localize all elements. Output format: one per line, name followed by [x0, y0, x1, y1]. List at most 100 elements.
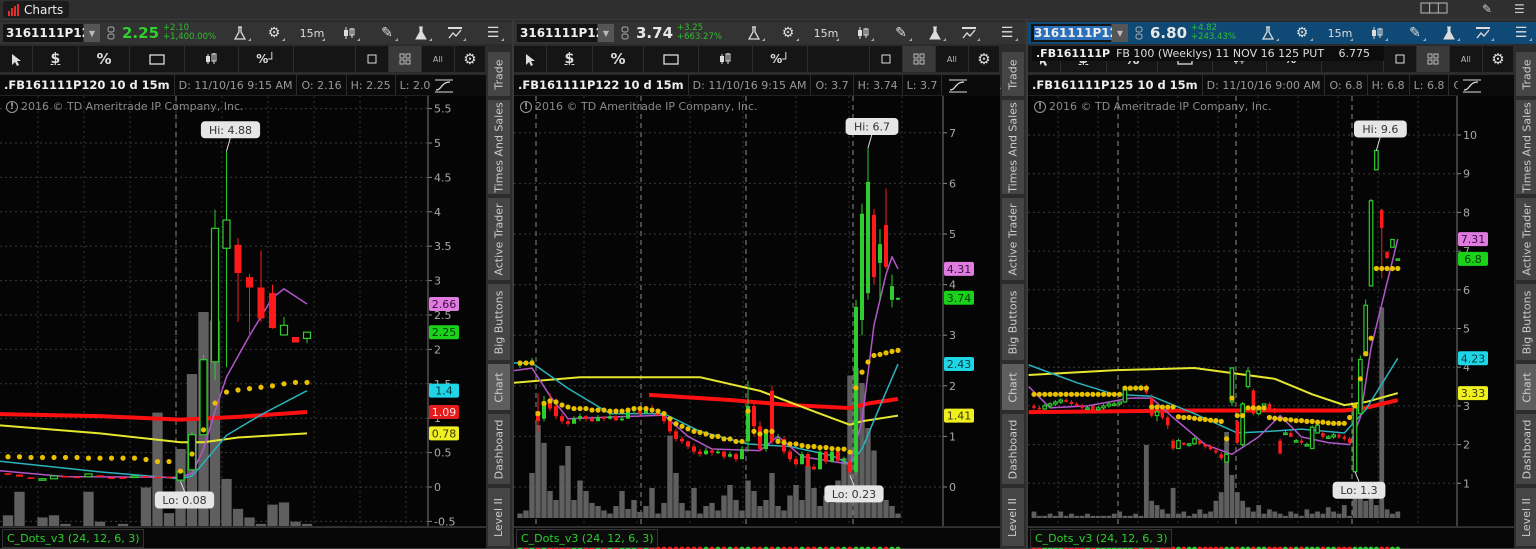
side-tab-times-and-sales[interactable]: Times And Sales	[1002, 100, 1024, 196]
grid-layout-button[interactable]	[1416, 46, 1450, 72]
side-tab-dashboard[interactable]: Dashboard	[1516, 414, 1536, 486]
symbol-input[interactable]: 3161111P120	[3, 24, 98, 42]
study-label[interactable]: C_Dots_v3 (24, 12, 6, 3)	[1030, 529, 1173, 548]
list-menu-icon[interactable]: ☰	[994, 22, 1020, 44]
drawing-tools-icon[interactable]	[442, 22, 468, 44]
side-tab-active-trader[interactable]: Active Trader	[1002, 198, 1024, 282]
percent-scale-button[interactable]: %┘	[239, 46, 294, 72]
symbol-dropdown-button[interactable]: ▼	[84, 24, 100, 42]
c-dots-marker	[1331, 420, 1337, 426]
side-tab-level-ii[interactable]: Level II	[1516, 488, 1536, 548]
candle-body-down	[1032, 405, 1036, 408]
price-tool-button[interactable]: $	[547, 46, 593, 72]
side-tab-active-trader[interactable]: Active Trader	[488, 198, 510, 282]
studies-flask-icon[interactable]	[408, 22, 434, 44]
symbol-suggestion[interactable]: .FB161111P FB 100 (Weeklys) 11 NOV 16 125…	[1032, 46, 1384, 61]
candle-style-icon[interactable]	[1364, 22, 1390, 44]
volume-bar	[267, 504, 278, 526]
pencil-icon[interactable]: ✎	[374, 22, 400, 44]
candle-tool-button[interactable]	[699, 46, 754, 72]
side-tab-big-buttons[interactable]: Big Buttons	[488, 284, 510, 362]
drawing-tools-icon[interactable]	[956, 22, 982, 44]
side-tab-trade[interactable]: Trade	[1516, 52, 1536, 98]
percent-scale-button[interactable]: %┘	[753, 46, 808, 72]
single-layout-button[interactable]	[356, 46, 389, 72]
symbol-dropdown-button[interactable]: ▼	[1112, 24, 1128, 42]
percent-tool-button[interactable]: %	[593, 46, 645, 72]
symbol-input[interactable]: 3161111P125	[1031, 24, 1127, 42]
all-button[interactable]: All	[1450, 46, 1483, 72]
chart-settings-gear-icon[interactable]: ⚙	[455, 46, 487, 72]
pencil-icon[interactable]: ✎	[888, 22, 914, 44]
price-chart[interactable]: -0.500.511.522.533.544.555.52.662.251.41…	[0, 96, 486, 526]
charts-window-tab[interactable]: Charts	[3, 1, 69, 18]
auto-scale-icon[interactable]	[948, 78, 968, 94]
side-tab-times-and-sales[interactable]: Times And Sales	[1516, 100, 1536, 196]
candle-tool-button[interactable]	[185, 46, 240, 72]
list-menu-icon[interactable]: ☰	[480, 22, 506, 44]
side-tab-chart[interactable]: Chart	[1516, 364, 1536, 412]
drawing-tools-icon[interactable]	[1470, 22, 1496, 44]
pencil-icon[interactable]: ✎	[1402, 22, 1428, 44]
link-icon[interactable]	[1135, 22, 1145, 44]
timeframe-button[interactable]: 15m	[811, 22, 841, 44]
side-tab-level-ii[interactable]: Level II	[488, 488, 510, 548]
layout-grid-icon[interactable]	[1420, 2, 1448, 17]
studies-flask-icon[interactable]	[922, 22, 948, 44]
timeframe-button[interactable]: 15m	[1325, 22, 1355, 44]
candle-style-icon[interactable]	[336, 22, 362, 44]
symbol-input[interactable]: 3161111P122	[517, 24, 612, 42]
all-button[interactable]: All	[936, 46, 969, 72]
candle-style-icon[interactable]	[850, 22, 876, 44]
side-tab-chart[interactable]: Chart	[488, 364, 510, 412]
volume-bar	[1117, 511, 1123, 518]
cursor-tool-button[interactable]	[0, 46, 34, 72]
auto-scale-icon[interactable]	[1462, 78, 1482, 94]
link-icon[interactable]	[621, 22, 631, 44]
side-tab-dashboard[interactable]: Dashboard	[1002, 414, 1024, 486]
y-tick-label: 5	[1463, 323, 1470, 336]
side-tab-level-ii[interactable]: Level II	[1002, 488, 1024, 548]
flask-icon[interactable]	[741, 22, 767, 44]
side-tab-chart[interactable]: Chart	[1002, 364, 1024, 412]
menu-icon[interactable]: ☰	[1514, 2, 1525, 16]
symbol-dropdown-button[interactable]: ▼	[598, 24, 614, 42]
all-button[interactable]: All	[422, 46, 455, 72]
single-layout-button[interactable]	[1384, 46, 1417, 72]
gear-icon[interactable]: ⚙	[261, 22, 287, 44]
pin-icon[interactable]: ✎	[1482, 2, 1492, 16]
link-icon[interactable]	[107, 22, 117, 44]
side-tab-big-buttons[interactable]: Big Buttons	[1516, 284, 1536, 362]
flask-icon[interactable]	[227, 22, 253, 44]
list-menu-icon[interactable]: ☰	[1508, 22, 1534, 44]
price-chart[interactable]: 123456789107.316.84.233.33Hi: 9.6Lo: 1.3	[1028, 96, 1514, 526]
volume-bar	[1079, 515, 1085, 518]
gear-icon[interactable]: ⚙	[1289, 22, 1315, 44]
price-tool-button[interactable]: $	[33, 46, 79, 72]
studies-flask-icon[interactable]	[1436, 22, 1462, 44]
rectangle-tool-button[interactable]	[644, 46, 699, 72]
square-icon	[881, 54, 891, 64]
price-chart[interactable]: 0 1 2 3 4 5 6 7 4.31 3.74 2.43 1.41 Hi: 6.7 Lo: 0.23	[514, 96, 1000, 526]
grid-layout-button[interactable]	[902, 46, 936, 72]
side-tab-times-and-sales[interactable]: Times And Sales	[488, 100, 510, 196]
side-tab-big-buttons[interactable]: Big Buttons	[1002, 284, 1024, 362]
chart-settings-gear-icon[interactable]: ⚙	[1483, 46, 1515, 72]
side-tab-trade[interactable]: Trade	[1002, 52, 1024, 98]
side-tab-active-trader[interactable]: Active Trader	[1516, 198, 1536, 282]
cursor-tool-button[interactable]	[514, 46, 548, 72]
grid-layout-button[interactable]	[388, 46, 422, 72]
side-tab-dashboard[interactable]: Dashboard	[488, 414, 510, 486]
timeframe-button[interactable]: 15m	[297, 22, 327, 44]
side-tab-label: Trade	[1006, 58, 1020, 90]
flask-icon[interactable]	[1255, 22, 1281, 44]
percent-tool-button[interactable]: %	[79, 46, 131, 72]
single-layout-button[interactable]	[870, 46, 903, 72]
study-label[interactable]: C_Dots_v3 (24, 12, 6, 3)	[2, 529, 145, 548]
study-label[interactable]: C_Dots_v3 (24, 12, 6, 3)	[516, 529, 659, 548]
side-tab-trade[interactable]: Trade	[488, 52, 510, 98]
rectangle-tool-button[interactable]	[130, 46, 185, 72]
gear-icon[interactable]: ⚙	[775, 22, 801, 44]
auto-scale-icon[interactable]	[434, 78, 454, 94]
chart-settings-gear-icon[interactable]: ⚙	[969, 46, 1001, 72]
